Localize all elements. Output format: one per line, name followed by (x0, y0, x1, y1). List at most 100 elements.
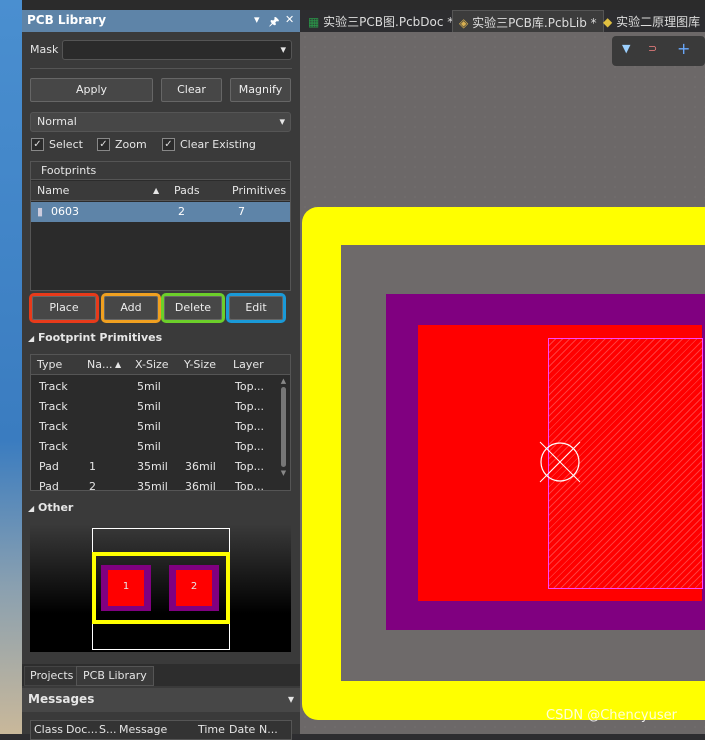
watermark: CSDN @Chencyuser (546, 708, 677, 723)
primitives-section-header[interactable]: ◢ Footprint Primitives (28, 331, 162, 344)
col-name[interactable]: Na... (87, 358, 112, 371)
clear-button[interactable]: Clear (161, 78, 222, 102)
zoom-checkbox[interactable]: ✓ Zoom (97, 138, 147, 151)
checkbox-label: Select (49, 138, 83, 151)
messages-column[interactable]: Time (198, 723, 225, 736)
crosshair-add-icon[interactable]: + (677, 39, 690, 58)
select-checkbox[interactable]: ✓ Select (31, 138, 83, 151)
tab-schlib[interactable]: ◆ 实验二原理图库 (597, 10, 705, 32)
sch-lib-icon: ◆ (603, 15, 613, 29)
pad-2: 2 (169, 565, 219, 611)
mask-label: Mask (30, 43, 59, 56)
pcb-canvas[interactable]: ▼ ⊃ + CSDN @Chencyuser (300, 32, 705, 734)
col-type[interactable]: Type (37, 358, 62, 371)
footprint-preview: 1 2 (30, 524, 291, 652)
edit-button[interactable]: Edit (226, 293, 286, 323)
col-layer[interactable]: Layer (233, 358, 264, 371)
checkbox-label: Zoom (115, 138, 147, 151)
pad-label: 1 (108, 570, 144, 606)
primitives-title: Footprint Primitives (38, 331, 163, 344)
mode-value: Normal (37, 115, 77, 128)
primitive-row[interactable]: Pad 1 35mil 36mil Top... (31, 457, 290, 477)
col-primitives[interactable]: Primitives (232, 184, 286, 197)
tab-label: 实验三PCB库.PcbLib * (472, 16, 597, 30)
primitive-cell: Pad (39, 480, 59, 491)
sort-asc-icon: ▲ (153, 186, 160, 195)
divider (30, 68, 292, 69)
messages-column[interactable]: Class (34, 723, 63, 736)
messages-menu-icon[interactable]: ▾ (288, 692, 294, 706)
panel-title: PCB Library (27, 13, 107, 27)
magnify-button[interactable]: Magnify (230, 78, 291, 102)
primitive-cell: Top... (235, 400, 265, 413)
primitive-cell: Top... (235, 440, 265, 453)
tab-pcblib[interactable]: ◈ 实验三PCB库.PcbLib * (452, 10, 604, 32)
bottom-tab-bar: Projects PCB Library (22, 664, 300, 686)
scroll-up-icon[interactable]: ▲ (279, 377, 288, 385)
primitive-cell: Track (39, 420, 68, 433)
pin-icon[interactable]: 🖈 (269, 13, 279, 32)
primitive-cell: 5mil (137, 400, 161, 413)
scroll-down-icon[interactable]: ▼ (279, 469, 288, 477)
messages-column[interactable]: Doc... (66, 723, 98, 736)
primitive-cell: 1 (89, 460, 96, 473)
primitive-row[interactable]: Track 5mil Top... (31, 437, 290, 457)
col-name[interactable]: Name (37, 184, 69, 197)
panel-menu-icon[interactable]: ▾ (254, 13, 260, 26)
messages-column[interactable]: Date (229, 723, 255, 736)
close-icon[interactable]: ✕ (285, 13, 294, 26)
scroll-thumb[interactable] (281, 387, 286, 467)
footprints-group: Footprints Name ▲ Pads Primitives ▮ 0603 … (30, 161, 291, 291)
scrollbar[interactable]: ▲ ▼ (279, 377, 288, 489)
footprint-row[interactable]: ▮ 0603 2 7 (31, 202, 290, 222)
clear-existing-checkbox[interactable]: ✓ Clear Existing (162, 138, 256, 151)
chevron-down-icon: ▾ (280, 43, 286, 56)
add-button[interactable]: Add (101, 293, 161, 323)
tab-pcb-library[interactable]: PCB Library (76, 666, 154, 686)
messages-title: Messages (28, 692, 95, 706)
footprints-header: Name ▲ Pads Primitives (31, 181, 290, 201)
title-bar (22, 0, 705, 10)
footprint-icon: ▮ (37, 205, 44, 218)
other-section-header[interactable]: ◢ Other (28, 501, 73, 514)
primitive-row[interactable]: Track 5mil Top... (31, 417, 290, 437)
pcb-lib-icon: ◈ (459, 16, 469, 30)
primitive-cell: 35mil (137, 480, 168, 491)
col-y-size[interactable]: Y-Size (184, 358, 216, 371)
primitive-row[interactable]: Pad 2 35mil 36mil Top... (31, 477, 290, 491)
snap-magnet-icon[interactable]: ⊃ (648, 42, 657, 55)
place-button[interactable]: Place (29, 293, 99, 323)
messages-column[interactable]: S... (99, 723, 116, 736)
col-x-size[interactable]: X-Size (135, 358, 169, 371)
primitive-cell: 2 (89, 480, 96, 491)
tab-label: 实验二原理图库 (616, 15, 701, 29)
primitive-row[interactable]: Track 5mil Top... (31, 377, 290, 397)
filter-icon[interactable]: ▼ (622, 42, 630, 55)
check-icon: ✓ (162, 138, 175, 151)
footprint-name: 0603 (51, 205, 79, 218)
check-icon: ✓ (31, 138, 44, 151)
primitive-row[interactable]: Track 5mil Top... (31, 397, 290, 417)
origin-marker-icon (539, 441, 581, 483)
delete-button[interactable]: Delete (161, 293, 225, 323)
primitive-cell: Top... (235, 380, 265, 393)
tab-pcbdoc[interactable]: ▦ 实验三PCB图.PcbDoc * (302, 10, 459, 32)
check-icon: ✓ (97, 138, 110, 151)
primitives-table: Type Na... ▲ X-Size Y-Size Layer Track 5mi… (30, 354, 291, 491)
messages-column[interactable]: Message (119, 723, 167, 736)
collapse-icon: ◢ (28, 334, 35, 343)
primitive-cell: Top... (235, 460, 265, 473)
primitive-cell: Top... (235, 420, 265, 433)
primitives-header: Type Na... ▲ X-Size Y-Size Layer (31, 355, 290, 375)
primitive-cell: 5mil (137, 380, 161, 393)
messages-column[interactable]: N... (259, 723, 278, 736)
mode-select[interactable]: Normal ▾ (30, 112, 291, 132)
primitive-cell: 36mil (185, 460, 216, 473)
messages-header: Messages ▾ (22, 688, 300, 712)
pad-label: 2 (176, 570, 212, 606)
sort-asc-icon: ▲ (115, 360, 122, 369)
apply-button[interactable]: Apply (30, 78, 153, 102)
tab-projects[interactable]: Projects (24, 666, 80, 686)
mask-input[interactable]: ▾ (62, 40, 292, 60)
col-pads[interactable]: Pads (174, 184, 200, 197)
